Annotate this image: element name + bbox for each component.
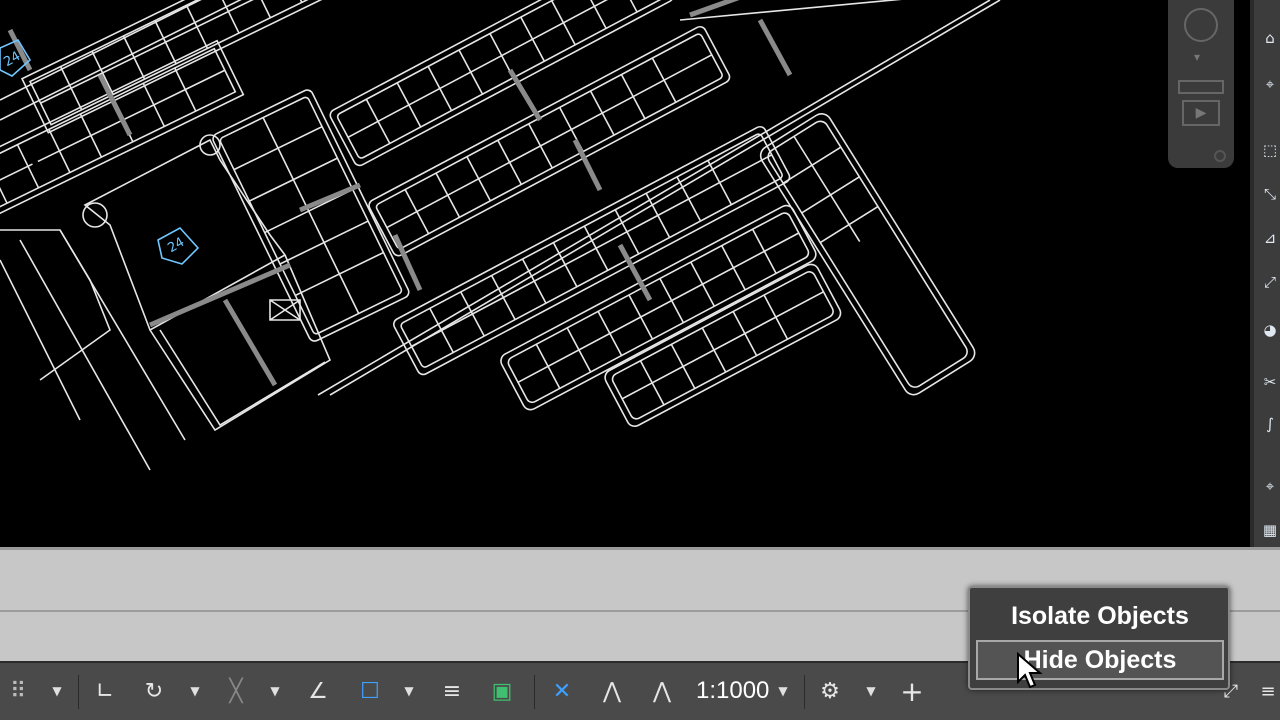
- lineweight-icon[interactable]: ≡: [434, 673, 470, 709]
- line-tool-icon[interactable]: ⤡: [1260, 184, 1280, 204]
- auto-scale-icon[interactable]: ⋀: [594, 673, 630, 709]
- target-icon[interactable]: ⌖: [1260, 74, 1280, 94]
- annotation-scale-icon[interactable]: ⋀: [644, 673, 680, 709]
- transparency-icon[interactable]: ▣: [484, 673, 520, 709]
- snap-tool-icon[interactable]: ⌖: [1260, 476, 1280, 496]
- curve-tool-icon[interactable]: ∫: [1260, 414, 1280, 434]
- workspace-dropdown-icon[interactable]: ▼: [862, 673, 880, 709]
- annotation-monitor-icon[interactable]: +: [894, 673, 930, 709]
- selection-cycling-icon[interactable]: ☐: [352, 673, 388, 709]
- parcel-block-4: [368, 25, 731, 257]
- grid-dropdown-icon[interactable]: ▼: [48, 673, 66, 709]
- isodraft-dropdown-icon[interactable]: ▼: [266, 673, 284, 709]
- circle-tool-icon[interactable]: ◕: [1260, 320, 1280, 340]
- home-icon[interactable]: ⌂: [1260, 28, 1280, 48]
- parcel-block-7: [604, 263, 842, 427]
- isolate-objects-menu-item[interactable]: Isolate Objects: [976, 596, 1224, 636]
- block-tool-icon[interactable]: ▦: [1260, 520, 1280, 540]
- drawing-canvas[interactable]: 24 24: [0, 0, 1250, 547]
- isodraft-icon[interactable]: ╳: [218, 673, 254, 709]
- customize-menu-icon[interactable]: ≡: [1256, 673, 1280, 709]
- grid-icon[interactable]: ⠿: [0, 673, 36, 709]
- dynamic-ucs-icon[interactable]: ∠: [300, 673, 336, 709]
- parcel-block-2: [0, 39, 245, 228]
- lot-boundary: [83, 138, 287, 332]
- annotation-visibility-icon[interactable]: ✕: [544, 673, 580, 709]
- trim-icon[interactable]: ✂: [1260, 372, 1280, 392]
- scale-dropdown-icon[interactable]: ▼: [774, 673, 792, 709]
- arc-tool-icon[interactable]: ⤢: [1260, 272, 1280, 292]
- right-toolbar: ⌂ ⌖ ⬚ ⤡ ⊿ ⤢ ◕ ✂ ∫ ⌖ ▦: [1250, 0, 1280, 547]
- selection-dropdown-icon[interactable]: ▼: [400, 673, 418, 709]
- drawing-linework: [0, 0, 1001, 471]
- viewcube-icon[interactable]: [1178, 80, 1224, 94]
- annotation-scale-label[interactable]: 1:1000: [696, 676, 769, 706]
- showmotion-icon[interactable]: ▶: [1182, 100, 1220, 126]
- parcel-block-3: [329, 0, 674, 167]
- polar-dropdown-icon[interactable]: ▼: [186, 673, 204, 709]
- status-divider: [534, 675, 535, 709]
- parcel-block-8: [759, 113, 976, 396]
- rectangle-tool-icon[interactable]: ⬚: [1260, 140, 1280, 160]
- isolate-objects-popup: Isolate Objects Hide Objects: [968, 586, 1230, 690]
- parcel-block-5: [392, 125, 791, 376]
- status-divider: [804, 675, 805, 709]
- navbar-options-icon[interactable]: [1214, 150, 1226, 162]
- navigation-bar[interactable]: ▾ ▶: [1168, 0, 1234, 168]
- polar-tracking-icon[interactable]: ↻: [136, 673, 172, 709]
- hide-objects-menu-item[interactable]: Hide Objects: [976, 640, 1224, 680]
- orbit-icon[interactable]: [1184, 8, 1218, 42]
- status-divider: [78, 675, 79, 709]
- parcel-block-1: [20, 0, 355, 134]
- ortho-icon[interactable]: ∟: [88, 673, 122, 709]
- workspace-gear-icon[interactable]: ⚙: [812, 673, 848, 709]
- chevron-down-icon[interactable]: ▾: [1194, 50, 1200, 64]
- mouse-cursor-icon: [1017, 652, 1043, 689]
- dimension-tool-icon[interactable]: ⊿: [1260, 228, 1280, 248]
